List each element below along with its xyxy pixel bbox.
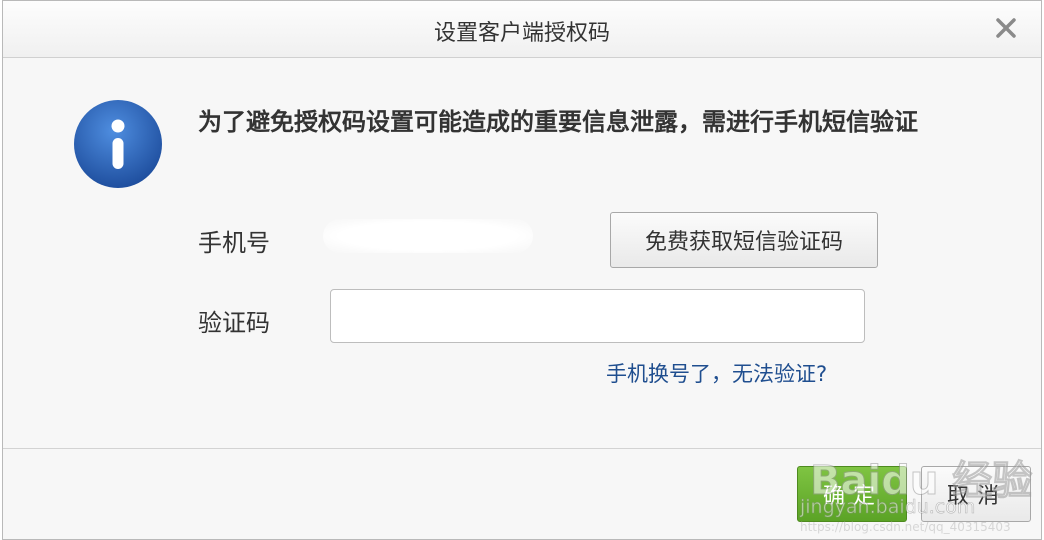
info-icon (73, 99, 163, 189)
close-icon[interactable] (993, 15, 1019, 41)
authorization-code-dialog: 设置客户端授权码 为了避免授权码设置可能造成的重要信息泄露，需进行手机短信验证 … (2, 0, 1042, 540)
code-label: 验证码 (198, 309, 270, 337)
verification-code-input[interactable] (330, 289, 865, 343)
phone-number-value (323, 219, 533, 253)
get-sms-code-button[interactable]: 免费获取短信验证码 (610, 212, 878, 268)
cancel-button[interactable]: 取消 (921, 466, 1031, 522)
phone-label: 手机号 (198, 229, 270, 257)
footer-divider (3, 448, 1041, 449)
verification-message: 为了避免授权码设置可能造成的重要信息泄露，需进行手机短信验证 (198, 108, 918, 136)
dialog-titlebar: 设置客户端授权码 (3, 1, 1041, 58)
dialog-title: 设置客户端授权码 (433, 21, 610, 46)
phone-changed-link[interactable]: 手机换号了，无法验证? (606, 358, 827, 388)
confirm-button[interactable]: 确定 (797, 466, 907, 522)
